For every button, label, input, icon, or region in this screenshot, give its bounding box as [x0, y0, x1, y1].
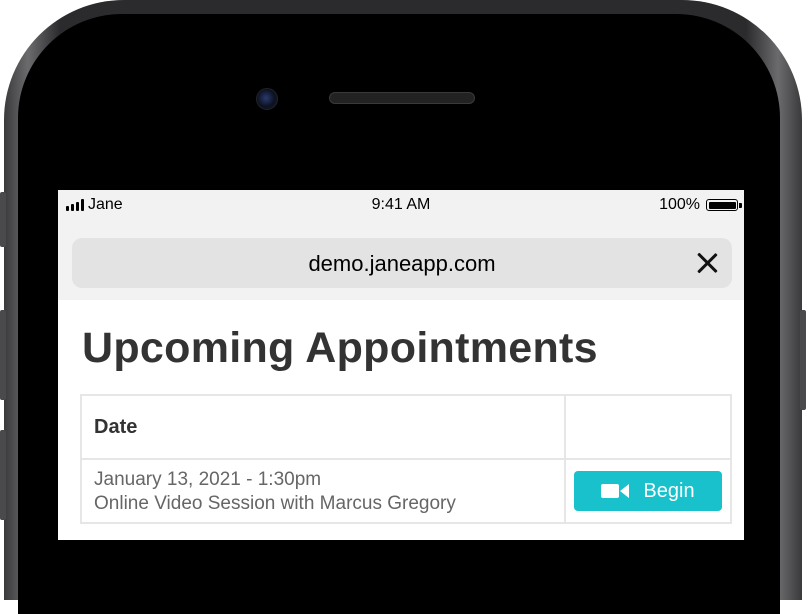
- table-header-row: Date: [82, 396, 730, 460]
- date-column-header: Date: [82, 396, 566, 458]
- table-row: January 13, 2021 - 1:30pm Online Video S…: [82, 460, 730, 522]
- phone-side-button: [0, 430, 6, 520]
- close-icon[interactable]: [694, 250, 720, 276]
- front-camera: [256, 88, 278, 110]
- page-title: Upcoming Appointments: [82, 324, 598, 372]
- earpiece-speaker: [329, 92, 475, 104]
- begin-session-button[interactable]: Begin: [574, 471, 722, 511]
- appointment-action-cell: Begin: [566, 460, 730, 522]
- appointment-details: January 13, 2021 - 1:30pm Online Video S…: [82, 460, 566, 522]
- status-right: 100%: [659, 196, 742, 214]
- page-content: Upcoming Appointments Date January 13, 2…: [58, 300, 744, 540]
- appointments-table: Date January 13, 2021 - 1:30pm Online Vi…: [80, 394, 732, 524]
- appointment-datetime: January 13, 2021 - 1:30pm: [94, 469, 322, 490]
- begin-button-label: Begin: [643, 479, 695, 502]
- appointment-description: Online Video Session with Marcus Gregory: [94, 493, 456, 514]
- browser-toolbar: demo.janeapp.com: [58, 220, 744, 300]
- status-bar: Jane 9:41 AM 100%: [58, 190, 744, 220]
- phone-screen: Jane 9:41 AM 100% demo.janeapp.com Upcom…: [58, 190, 744, 540]
- battery-icon: [706, 199, 742, 211]
- phone-side-button: [0, 310, 6, 400]
- battery-percent: 100%: [659, 196, 700, 213]
- phone-side-button: [0, 192, 6, 247]
- status-time: 9:41 AM: [371, 196, 431, 213]
- video-camera-icon: [601, 484, 630, 498]
- action-column-header: [566, 396, 730, 458]
- phone-side-button: [800, 310, 806, 410]
- address-bar[interactable]: demo.janeapp.com: [72, 238, 732, 288]
- url-text[interactable]: demo.janeapp.com: [72, 251, 732, 277]
